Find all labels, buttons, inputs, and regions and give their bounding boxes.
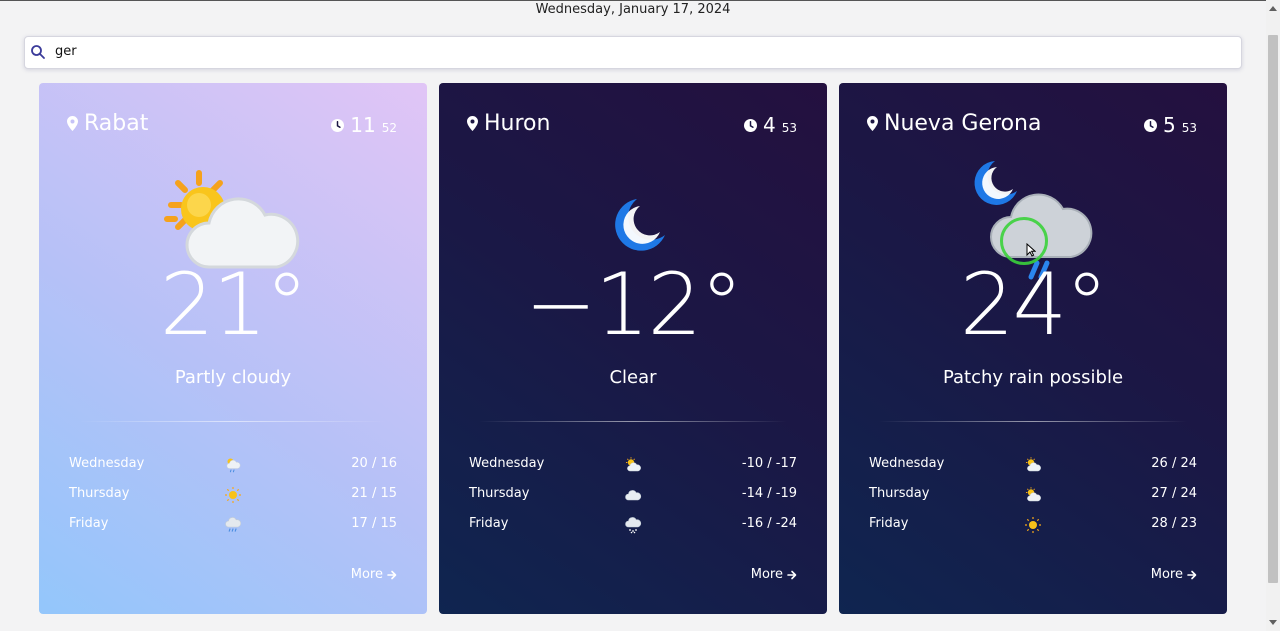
city-name: Rabat <box>84 111 149 136</box>
current-condition: Patchy rain possible <box>942 367 1124 388</box>
time-hour: 4 <box>762 113 776 137</box>
partly-cloudy-icon <box>1024 486 1042 504</box>
local-time: 5 53 <box>1144 113 1197 137</box>
vertical-scrollbar[interactable] <box>1266 0 1280 631</box>
local-time: 4 53 <box>744 113 797 137</box>
time-minute: 53 <box>781 121 797 135</box>
city-heading: Rabat <box>67 111 148 136</box>
divider <box>79 421 387 422</box>
forecast-range: -14 / -19 <box>741 486 797 501</box>
weather-card-huron: Huron 4 53 −12° Clear Wednesday -10 / -1… <box>439 83 827 614</box>
arrow-right-icon <box>387 570 397 580</box>
sun-icon <box>1024 516 1042 534</box>
divider <box>879 421 1187 422</box>
more-link[interactable]: More <box>751 567 797 582</box>
forecast-row: Thursday -14 / -19 <box>469 486 797 504</box>
more-label: More <box>750 567 783 582</box>
forecast-row: Wednesday 26 / 24 <box>869 456 1197 474</box>
rain-cloud-icon <box>224 516 242 534</box>
current-temperature: −12° <box>524 255 744 355</box>
current-temperature: 24° <box>959 255 1108 355</box>
current-condition: Clear <box>609 367 657 388</box>
weather-card-rabat: Rabat 11 52 21° Partly cloudy Wednesday … <box>39 83 427 614</box>
search-box[interactable]: ger <box>24 36 1242 69</box>
sun-icon <box>224 486 242 504</box>
forecast-day: Friday <box>869 516 909 531</box>
forecast-row: Wednesday -10 / -17 <box>469 456 797 474</box>
clock-icon <box>1144 119 1157 132</box>
weather-card-nueva-gerona: Nueva Gerona 5 53 24° Patchy rain possib… <box>839 83 1227 614</box>
mouse-cursor-icon <box>1026 243 1036 257</box>
scroll-up-arrow-icon[interactable] <box>1269 6 1277 11</box>
partly-cloudy-icon <box>624 456 642 474</box>
divider <box>479 421 787 422</box>
forecast-row: Friday 17 / 15 <box>69 516 397 534</box>
time-hour: 11 <box>350 113 376 137</box>
city-heading: Nueva Gerona <box>867 111 1041 136</box>
arrow-right-icon <box>1187 570 1197 580</box>
forecast-row: Friday -16 / -24 <box>469 516 797 534</box>
forecast-day: Friday <box>469 516 509 531</box>
click-highlight-ring <box>1000 217 1048 265</box>
location-pin-icon <box>467 116 478 131</box>
forecast-row: Thursday 27 / 24 <box>869 486 1197 504</box>
clock-icon <box>331 119 344 132</box>
more-link[interactable]: More <box>1151 567 1197 582</box>
time-minute: 52 <box>381 121 397 135</box>
forecast-day: Thursday <box>469 486 530 501</box>
more-label: More <box>1150 567 1183 582</box>
forecast-range: 20 / 16 <box>351 456 397 471</box>
search-icon <box>31 45 45 59</box>
forecast-row: Thursday 21 / 15 <box>69 486 397 504</box>
partly-cloudy-icon <box>1024 456 1042 474</box>
clock-icon <box>744 119 757 132</box>
scroll-down-arrow-icon[interactable] <box>1269 620 1277 625</box>
search-input[interactable]: ger <box>55 44 77 59</box>
forecast-day: Thursday <box>869 486 930 501</box>
current-date: Wednesday, January 17, 2024 <box>535 2 731 17</box>
current-condition: Partly cloudy <box>174 367 292 388</box>
more-link[interactable]: More <box>351 567 397 582</box>
arrow-right-icon <box>787 570 797 580</box>
current-temperature: 21° <box>159 255 308 355</box>
scrollbar-thumb[interactable] <box>1268 35 1278 583</box>
city-heading: Huron <box>467 111 550 136</box>
forecast-range: -10 / -17 <box>741 456 797 471</box>
forecast-row: Wednesday 20 / 16 <box>69 456 397 474</box>
forecast-range: 17 / 15 <box>351 516 397 531</box>
forecast-day: Thursday <box>69 486 130 501</box>
local-time: 11 52 <box>331 113 397 137</box>
top-border <box>0 0 1266 1</box>
forecast-day: Friday <box>69 516 109 531</box>
rain-sun-icon <box>224 456 242 474</box>
forecast-range: 21 / 15 <box>351 486 397 501</box>
time-minute: 53 <box>1181 121 1197 135</box>
city-name: Huron <box>484 111 551 136</box>
forecast-range: 27 / 24 <box>1151 486 1197 501</box>
city-name: Nueva Gerona <box>884 111 1042 136</box>
forecast-day: Wednesday <box>469 456 545 471</box>
forecast-day: Wednesday <box>69 456 145 471</box>
time-hour: 5 <box>1162 113 1176 137</box>
location-pin-icon <box>67 116 78 131</box>
forecast-range: 26 / 24 <box>1151 456 1197 471</box>
more-label: More <box>350 567 383 582</box>
cloud-icon <box>624 486 642 504</box>
forecast-range: 28 / 23 <box>1151 516 1197 531</box>
snow-cloud-icon <box>624 516 642 534</box>
location-pin-icon <box>867 116 878 131</box>
forecast-day: Wednesday <box>869 456 945 471</box>
forecast-range: -16 / -24 <box>741 516 797 531</box>
forecast-row: Friday 28 / 23 <box>869 516 1197 534</box>
